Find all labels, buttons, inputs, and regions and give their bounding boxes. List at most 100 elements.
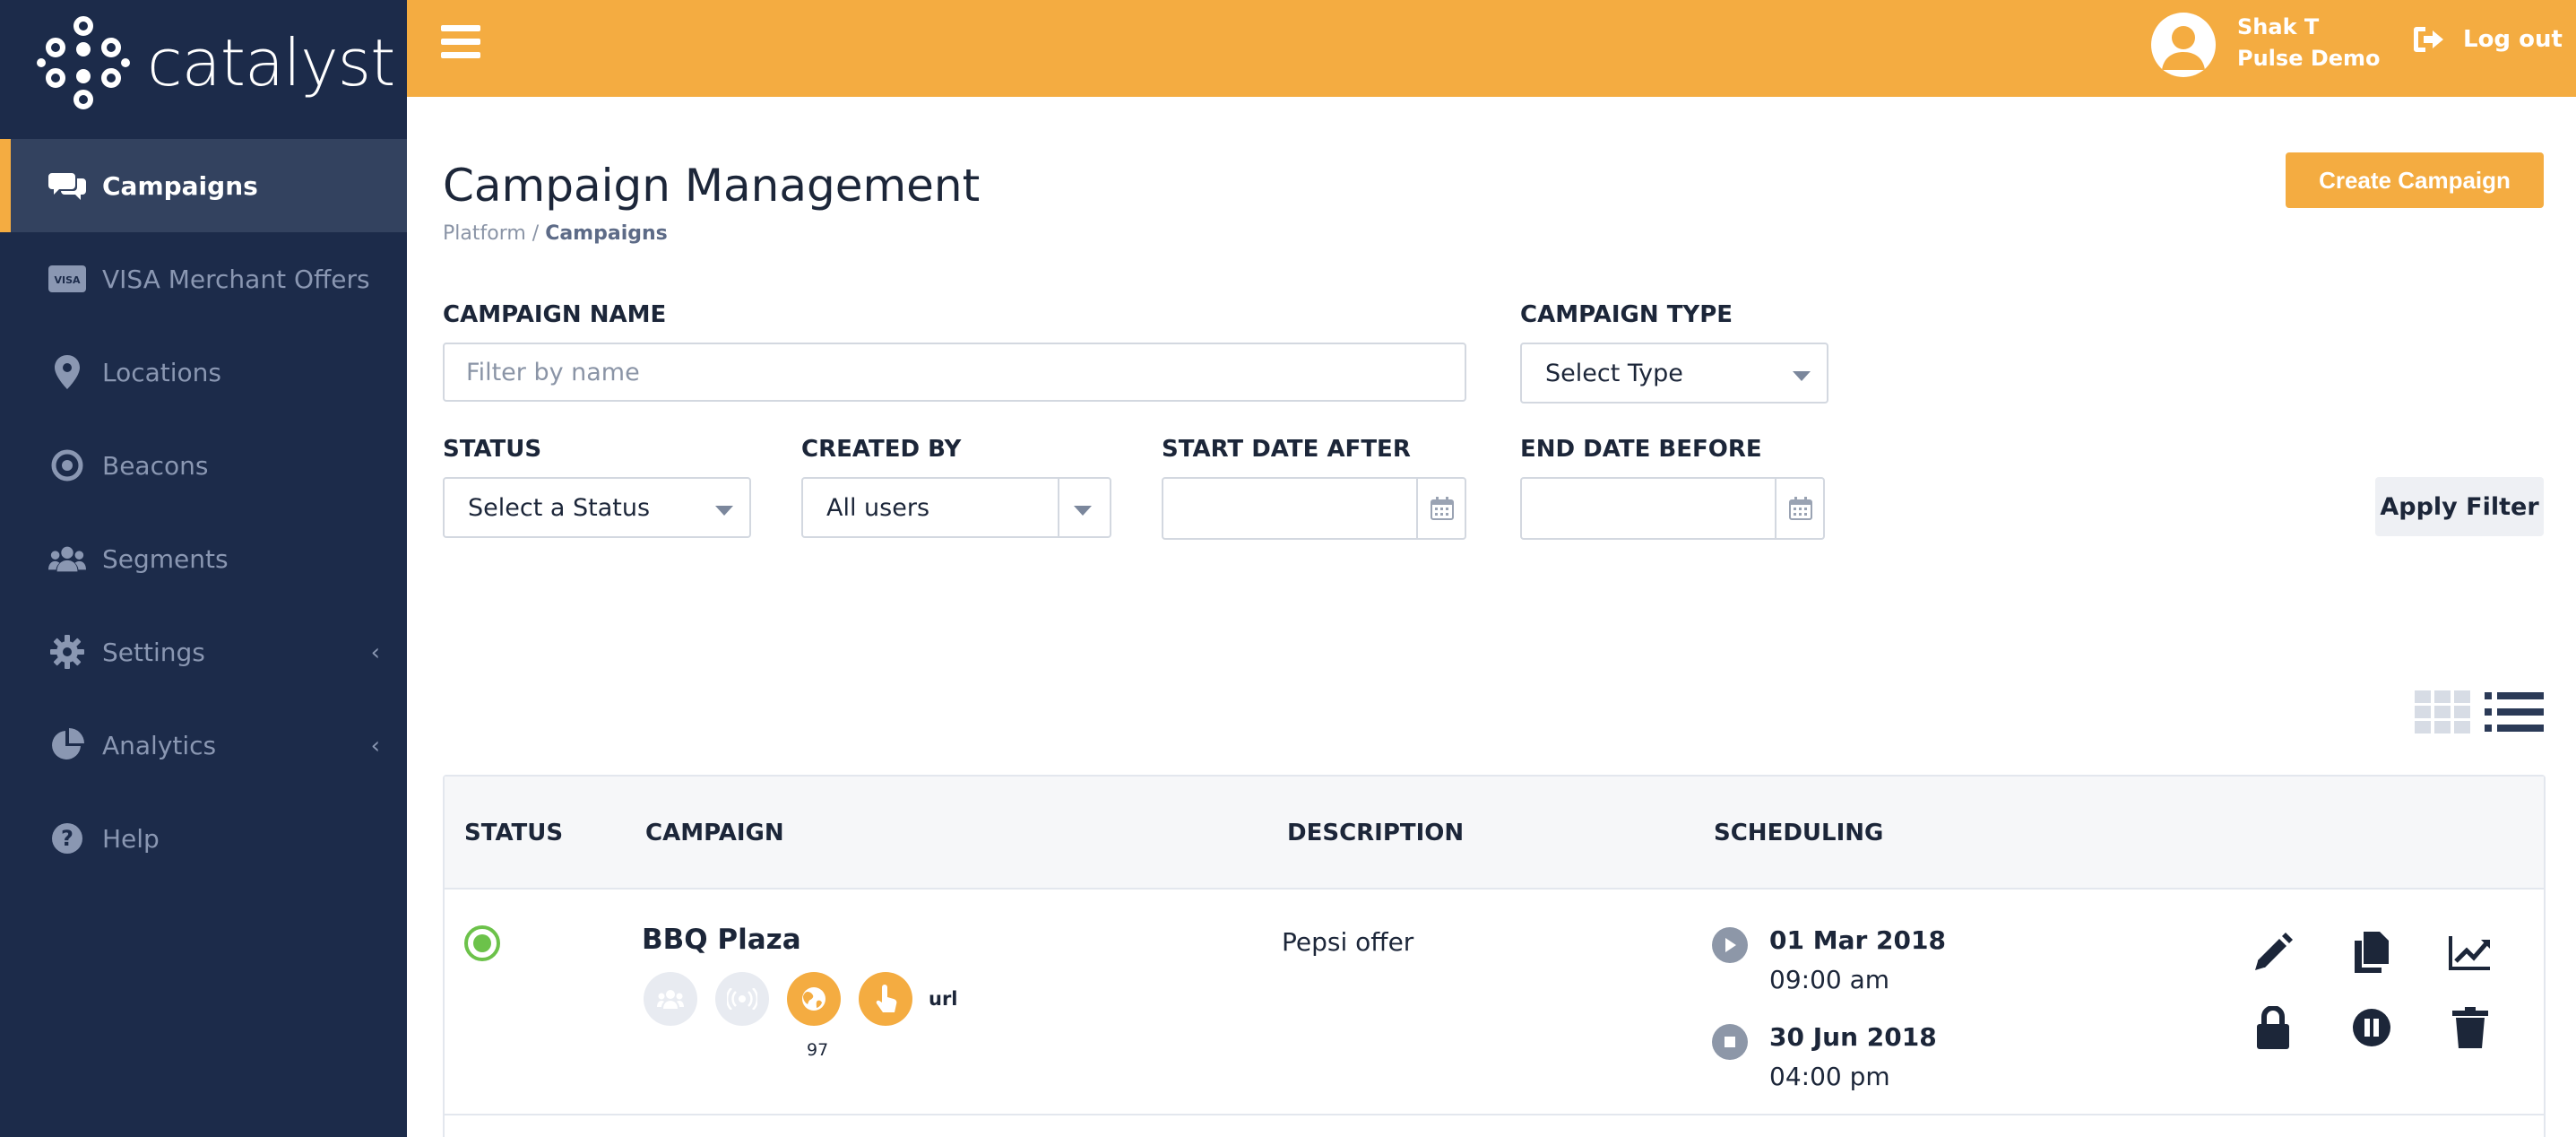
breadcrumb-root[interactable]: Platform [443,222,526,245]
table-row[interactable]: BBQ Plaza 97 url Pepsi offer 01 Mar 2018… [445,891,2544,1115]
edit-icon[interactable] [2250,929,2296,976]
analytics-chart-icon[interactable] [2447,929,2494,976]
campaign-type-value: Select Type [1545,359,1683,387]
location-trigger-icon [787,972,841,1026]
sidebar-item-segments[interactable]: Segments [0,512,407,605]
start-date-field[interactable] [1162,477,1466,540]
logout-button[interactable]: Log out [2413,25,2563,54]
users-icon [48,540,86,577]
sidebar-item-beacons[interactable]: Beacons [0,419,407,512]
campaigns-table: STATUS CAMPAIGN DESCRIPTION SCHEDULING B… [443,775,2546,1137]
pie-chart-icon [48,726,86,764]
sidebar-item-label: Beacons [102,450,209,481]
status-value: Select a Status [468,493,651,522]
table-header: STATUS CAMPAIGN DESCRIPTION SCHEDULING [445,777,2544,890]
gear-icon [48,633,86,671]
logout-label: Log out [2463,26,2563,53]
sidebar-nav: Campaigns VISA VISA Merchant Offers Loca… [0,139,407,885]
campaign-type-select[interactable]: Select Type [1520,343,1828,404]
trash-icon[interactable] [2447,1004,2494,1051]
caret-down-icon [715,506,733,516]
caret-down-icon [1793,371,1811,381]
brand-logo[interactable]: catalyst [0,0,407,126]
sign-out-icon [2414,27,2443,52]
chevron-left-icon: ‹ [370,639,380,666]
column-header-status[interactable]: STATUS [464,820,563,846]
svg-text:VISA: VISA [54,274,81,286]
column-header-scheduling[interactable]: SCHEDULING [1714,820,1883,846]
beacon-icon [48,447,86,484]
column-header-description[interactable]: DESCRIPTION [1287,820,1464,846]
create-campaign-button[interactable]: Create Campaign [2286,152,2544,208]
caret-down-icon [1074,506,1092,516]
help-icon: ? [48,820,86,857]
lock-icon[interactable] [2250,1004,2296,1051]
grid-view-icon[interactable] [2415,690,2470,733]
user-org: Pulse Demo [2237,46,2381,71]
breadcrumb-separator: / [525,222,546,245]
catalyst-logo-icon [37,16,130,109]
tap-trigger-icon [859,972,912,1026]
menu-toggle-icon[interactable] [441,25,480,65]
trigger-url: url [929,988,958,1010]
sidebar-item-label: Help [102,823,160,854]
campaign-description: Pepsi offer [1282,927,1414,957]
sidebar: catalyst Campaigns VISA VISA Merchant Of… [0,0,407,1137]
sidebar-item-label: Campaigns [102,170,258,201]
campaign-type-label: CAMPAIGN TYPE [1520,301,1733,328]
select-divider [1058,479,1059,538]
segment-trigger-icon [644,972,697,1026]
start-time: 09:00 am [1769,965,1890,994]
status-active-icon [464,925,500,961]
created-by-select[interactable]: All users [801,477,1111,538]
sidebar-item-locations[interactable]: Locations [0,325,407,419]
page-title: Campaign Management [443,160,981,212]
sidebar-item-label: Analytics [102,730,217,760]
end-time: 04:00 pm [1769,1062,1890,1091]
created-by-value: All users [826,493,930,522]
stop-icon [1712,1024,1748,1060]
breadcrumb: Platform / Campaigns [443,222,668,245]
play-icon [1712,927,1748,963]
list-view-icon[interactable] [2485,690,2544,733]
chevron-left-icon: ‹ [370,733,380,759]
sidebar-item-campaigns[interactable]: Campaigns [0,139,407,232]
sidebar-item-visa-merchant-offers[interactable]: VISA VISA Merchant Offers [0,232,407,325]
comments-icon [48,167,86,204]
sidebar-item-settings[interactable]: Settings ‹ [0,605,407,699]
calendar-icon[interactable] [1416,479,1466,538]
user-name: Shak T [2237,14,2320,39]
sidebar-item-help[interactable]: ? Help [0,792,407,885]
sidebar-item-analytics[interactable]: Analytics ‹ [0,699,407,792]
sidebar-item-label: Segments [102,543,229,574]
topbar: Shak T Pulse Demo Log out [407,0,2576,97]
beacon-trigger-icon [715,972,769,1026]
visa-card-icon: VISA [48,260,86,298]
end-date-label: END DATE BEFORE [1520,436,1762,463]
brand-name: catalyst [147,25,395,100]
created-by-label: CREATED BY [801,436,962,463]
campaign-name-input[interactable] [443,343,1466,402]
campaign-name-label: CAMPAIGN NAME [443,301,667,328]
sidebar-item-label: Settings [102,637,205,667]
end-date: 30 Jun 2018 [1769,1022,1937,1052]
breadcrumb-current: Campaigns [545,222,668,245]
status-select[interactable]: Select a Status [443,477,751,538]
start-date: 01 Mar 2018 [1769,925,1946,955]
user-icon [2162,26,2205,70]
campaign-name[interactable]: BBQ Plaza [642,924,801,956]
pause-icon[interactable] [2348,1004,2395,1051]
column-header-campaign[interactable]: CAMPAIGN [645,820,784,846]
sidebar-item-label: Locations [102,357,222,387]
apply-filter-button[interactable]: Apply Filter [2375,477,2544,536]
map-pin-icon [48,353,86,391]
sidebar-item-label: VISA Merchant Offers [102,264,370,294]
trigger-count: 97 [807,1040,829,1060]
copy-icon[interactable] [2348,929,2395,976]
end-date-field[interactable] [1520,477,1825,540]
avatar[interactable] [2151,13,2216,77]
svg-text:?: ? [61,826,73,851]
start-date-label: START DATE AFTER [1162,436,1411,463]
calendar-icon[interactable] [1775,479,1825,538]
status-label: STATUS [443,436,542,463]
